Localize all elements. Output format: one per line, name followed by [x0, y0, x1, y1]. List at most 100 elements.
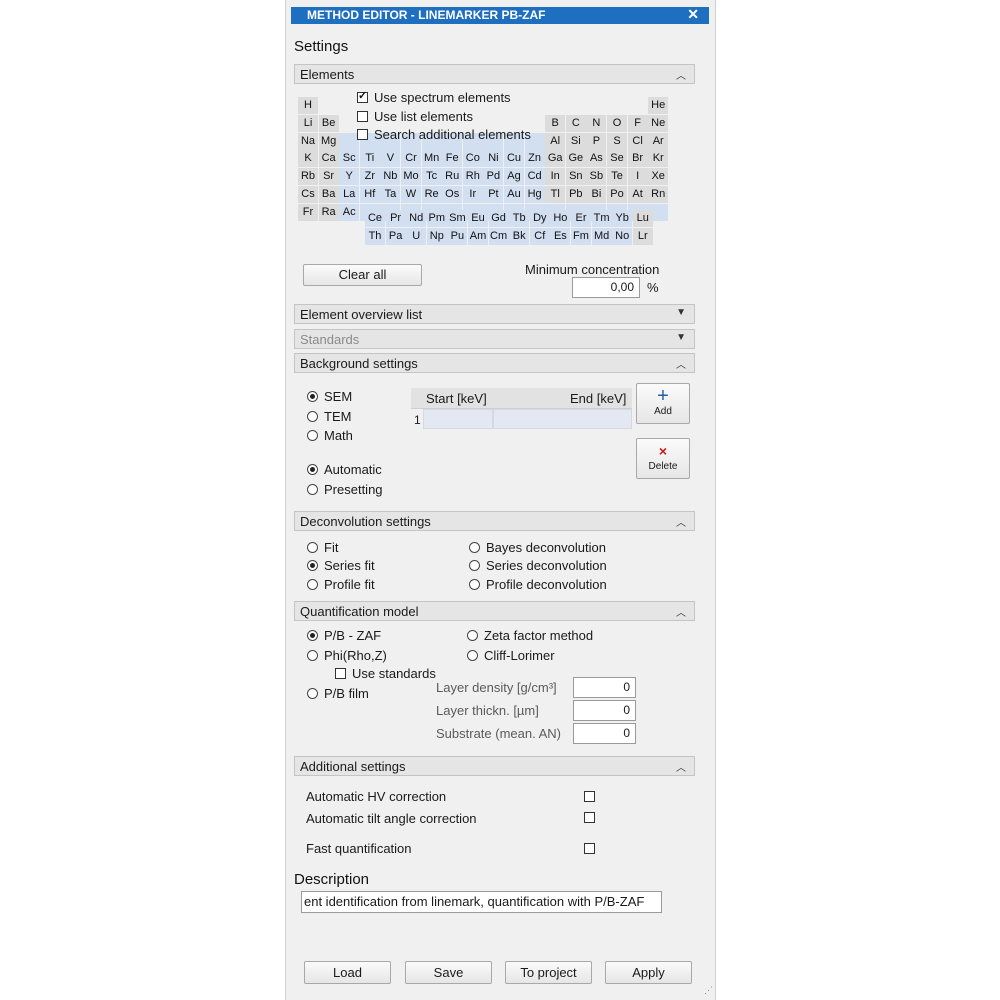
element-N[interactable]: N	[586, 114, 607, 132]
element-Er[interactable]: Er	[571, 210, 591, 227]
series-fit-radio[interactable]	[307, 560, 318, 571]
use-spectrum-elements-checkbox[interactable]	[357, 89, 368, 103]
element-In[interactable]: In	[545, 168, 566, 186]
element-Zr[interactable]: Zr	[359, 168, 380, 186]
element-W[interactable]: W	[401, 186, 421, 203]
to-project-button[interactable]: To project	[505, 961, 592, 984]
additional-section-header[interactable]: Additional settings ︿	[294, 756, 695, 776]
element-Sb[interactable]: Sb	[586, 168, 607, 186]
element-S[interactable]: S	[607, 132, 627, 150]
element-Po[interactable]: Po	[607, 186, 627, 203]
element-Zn[interactable]: Zn	[524, 150, 545, 168]
use-standards-checkbox[interactable]	[335, 668, 346, 679]
element-Os[interactable]: Os	[442, 186, 463, 203]
element-Md[interactable]: Md	[591, 228, 612, 245]
phi-rho-z-radio[interactable]	[307, 650, 318, 661]
clear-all-button[interactable]: Clear all	[303, 264, 422, 286]
element-Nd[interactable]: Nd	[406, 210, 427, 227]
apply-button[interactable]: Apply	[605, 961, 692, 984]
element-U[interactable]: U	[406, 228, 427, 245]
series-deconvolution-radio[interactable]	[469, 560, 480, 571]
element-Ir[interactable]: Ir	[462, 186, 483, 203]
background-section-header[interactable]: Background settings ︿	[294, 353, 695, 373]
element-V[interactable]: V	[380, 150, 401, 168]
element-Bi[interactable]: Bi	[586, 186, 607, 203]
description-input[interactable]: ent identification from linemark, quanti…	[301, 891, 662, 913]
element-Br[interactable]: Br	[627, 150, 648, 168]
element-Ac[interactable]: Ac	[339, 203, 360, 221]
quantification-section-header[interactable]: Quantification model ︿	[294, 601, 695, 621]
element-Fe[interactable]: Fe	[442, 150, 463, 168]
element-At[interactable]: At	[627, 186, 648, 203]
element-Pm[interactable]: Pm	[426, 210, 447, 227]
element-overview-section-header[interactable]: Element overview list ▼	[294, 304, 695, 324]
element-Sm[interactable]: Sm	[447, 210, 468, 227]
element-I[interactable]: I	[627, 168, 648, 186]
element-Cs[interactable]: Cs	[298, 186, 318, 203]
element-Sn[interactable]: Sn	[565, 168, 586, 186]
element-K[interactable]: K	[298, 150, 318, 168]
element-Cd[interactable]: Cd	[524, 168, 545, 186]
element-Ra[interactable]: Ra	[318, 203, 339, 221]
element-Pd[interactable]: Pd	[483, 168, 504, 186]
element-Ca[interactable]: Ca	[318, 150, 339, 168]
element-Lu[interactable]: Lu	[632, 210, 653, 227]
element-Pb[interactable]: Pb	[565, 186, 586, 203]
element-Eu[interactable]: Eu	[468, 210, 488, 227]
element-Ce[interactable]: Ce	[365, 210, 385, 227]
element-Es[interactable]: Es	[550, 228, 571, 245]
element-Ho[interactable]: Ho	[550, 210, 571, 227]
element-La[interactable]: La	[339, 186, 360, 203]
element-O[interactable]: O	[607, 114, 627, 132]
element-Yb[interactable]: Yb	[612, 210, 633, 227]
element-F[interactable]: F	[627, 114, 648, 132]
element-Al[interactable]: Al	[545, 132, 566, 150]
element-H[interactable]: H	[298, 97, 318, 114]
element-Sc[interactable]: Sc	[339, 150, 360, 168]
element-Au[interactable]: Au	[504, 186, 524, 203]
element-Bk[interactable]: Bk	[509, 228, 530, 245]
element-Ge[interactable]: Ge	[565, 150, 586, 168]
close-icon[interactable]: ✕	[687, 6, 699, 23]
element-Xe[interactable]: Xe	[648, 168, 669, 186]
element-Ar[interactable]: Ar	[648, 132, 669, 150]
element-Ne[interactable]: Ne	[648, 114, 669, 132]
element-Kr[interactable]: Kr	[648, 150, 669, 168]
deconvolution-section-header[interactable]: Deconvolution settings ︿	[294, 511, 695, 531]
layer-thickness-input[interactable]: 0	[573, 700, 636, 721]
element-Ta[interactable]: Ta	[380, 186, 401, 203]
end-kev-cell[interactable]	[493, 409, 632, 429]
element-B[interactable]: B	[545, 114, 566, 132]
element-Se[interactable]: Se	[607, 150, 627, 168]
element-Np[interactable]: Np	[426, 228, 447, 245]
search-additional-elements-checkbox[interactable]	[357, 129, 368, 140]
element-Hg[interactable]: Hg	[524, 186, 545, 203]
element-Be[interactable]: Be	[318, 114, 339, 132]
profile-deconvolution-radio[interactable]	[469, 579, 480, 590]
element-Y[interactable]: Y	[339, 168, 360, 186]
add-button[interactable]: + Add	[636, 383, 690, 424]
layer-density-input[interactable]: 0	[573, 677, 636, 698]
element-Fm[interactable]: Fm	[571, 228, 591, 245]
element-Pa[interactable]: Pa	[385, 228, 406, 245]
element-Hf[interactable]: Hf	[359, 186, 380, 203]
element-Tb[interactable]: Tb	[509, 210, 530, 227]
tem-radio[interactable]	[307, 411, 318, 422]
element-Si[interactable]: Si	[565, 132, 586, 150]
fit-radio[interactable]	[307, 542, 318, 553]
element-Lr[interactable]: Lr	[632, 228, 653, 245]
element-Cr[interactable]: Cr	[401, 150, 421, 168]
element-Mn[interactable]: Mn	[421, 150, 442, 168]
fast-quantification-checkbox[interactable]	[584, 843, 595, 854]
element-Pu[interactable]: Pu	[447, 228, 468, 245]
element-Li[interactable]: Li	[298, 114, 318, 132]
element-Cm[interactable]: Cm	[488, 228, 509, 245]
element-He[interactable]: He	[648, 97, 669, 114]
presetting-radio[interactable]	[307, 484, 318, 495]
element-Rh[interactable]: Rh	[462, 168, 483, 186]
element-Sr[interactable]: Sr	[318, 168, 339, 186]
element-Th[interactable]: Th	[365, 228, 385, 245]
hv-correction-checkbox[interactable]	[584, 791, 595, 802]
element-Pt[interactable]: Pt	[483, 186, 504, 203]
bayes-deconvolution-radio[interactable]	[469, 542, 480, 553]
